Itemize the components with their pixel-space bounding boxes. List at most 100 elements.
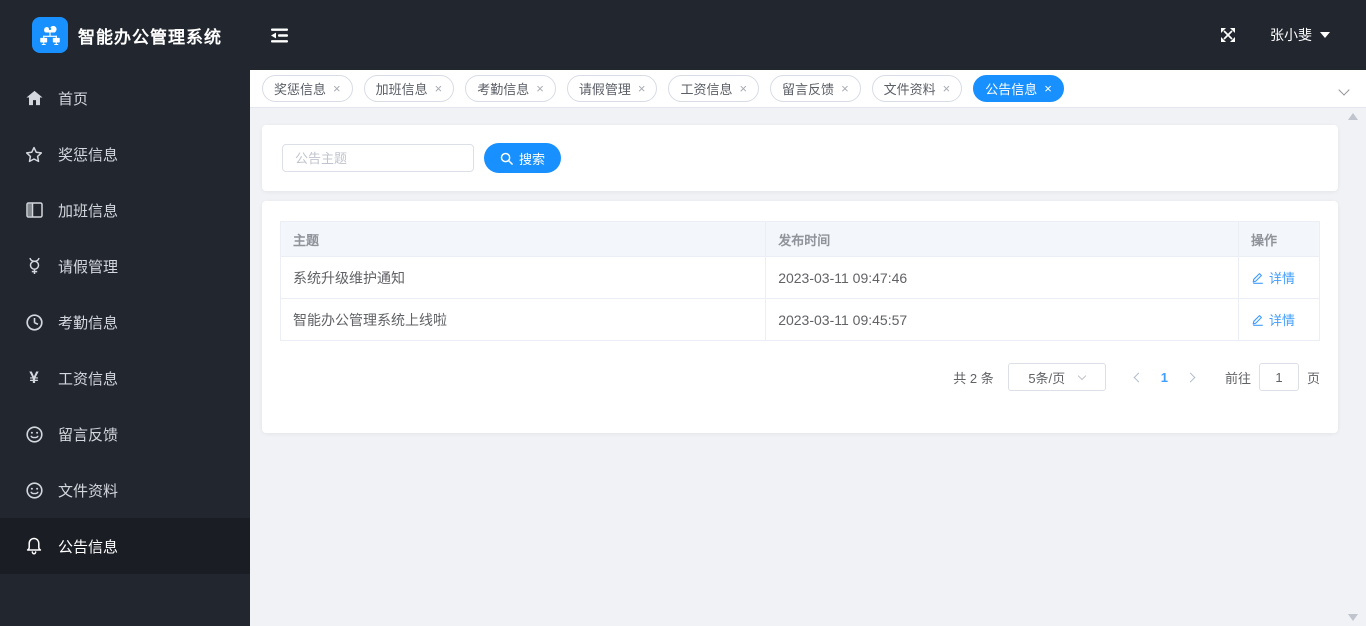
tab-leave[interactable]: 请假管理 × — [566, 75, 658, 102]
chevron-left-icon — [1133, 372, 1144, 382]
pagination: 共 2 条 5条/页 1 前往 页 — [280, 363, 1320, 391]
sidebar-item-rewards[interactable]: 奖惩信息 — [0, 126, 250, 182]
sidebar-item-label: 首页 — [58, 90, 89, 108]
chevron-down-icon — [1338, 84, 1350, 96]
page-size-value: 5条/页 — [1028, 370, 1066, 386]
tab-label: 公告信息 — [985, 82, 1038, 97]
sidebar-item-overtime[interactable]: 加班信息 — [0, 182, 250, 238]
sidebar-item-label: 加班信息 — [58, 202, 119, 220]
sidebar-item-leave[interactable]: 请假管理 — [0, 238, 250, 294]
org-network-icon — [40, 25, 60, 45]
goto-label: 前往 — [1224, 370, 1251, 386]
tab-rewards[interactable]: 奖惩信息 × — [262, 75, 353, 102]
cell-time: 2023-03-11 09:47:46 — [765, 256, 1239, 299]
sidebar: 首页 奖惩信息 加班信息 请假管理 考勤信息 ¥ 工资信息 留言反馈 文件资料 … — [0, 70, 250, 626]
brand: 智能办公管理系统 — [0, 17, 250, 53]
cell-subject: 智能办公管理系统上线啦 — [279, 298, 767, 341]
app-header: 智能办公管理系统 张小斐 — [0, 0, 1366, 70]
detail-link[interactable]: 详情 — [1251, 268, 1295, 287]
fullscreen-expand-icon — [1221, 28, 1235, 42]
caret-down-icon — [1320, 32, 1330, 38]
column-header-time: 发布时间 — [765, 221, 1239, 257]
tab-announcements[interactable]: 公告信息 × — [973, 75, 1064, 102]
sidebar-item-label: 留言反馈 — [58, 426, 119, 444]
announcements-table: 主题 发布时间 操作 系统升级维护通知 2023-03-11 09:47:46 … — [279, 221, 1321, 341]
scrollbar-up-arrow[interactable] — [1348, 113, 1358, 120]
prev-page-button[interactable] — [1122, 372, 1155, 382]
clock-icon — [24, 313, 44, 331]
sidebar-item-files[interactable]: 文件资料 — [0, 462, 250, 518]
sidebar-item-salary[interactable]: ¥ 工资信息 — [0, 350, 250, 406]
bell-icon — [24, 537, 44, 555]
yen-icon: ¥ — [29, 368, 39, 387]
tab-label: 加班信息 — [375, 82, 428, 97]
tab-label: 奖惩信息 — [274, 82, 327, 97]
tab-close-icon[interactable]: × — [333, 82, 341, 95]
announcements-panel: 主题 发布时间 操作 系统升级维护通知 2023-03-11 09:47:46 … — [262, 201, 1338, 433]
cell-subject: 系统升级维护通知 — [279, 256, 767, 299]
pagination-total: 共 2 条 — [953, 370, 994, 386]
user-menu[interactable]: 张小斐 — [1270, 25, 1330, 45]
mercury-icon — [24, 257, 44, 275]
search-button[interactable]: 搜索 — [484, 143, 562, 173]
tab-close-icon[interactable]: × — [841, 82, 849, 95]
tabs-overflow-button[interactable] — [1338, 81, 1354, 96]
sidebar-item-attendance[interactable]: 考勤信息 — [0, 294, 250, 350]
tab-salary[interactable]: 工资信息 × — [668, 75, 760, 102]
sidebar-item-home[interactable]: 首页 — [0, 70, 250, 126]
smiley-icon — [24, 425, 44, 443]
scrollbar-down-arrow[interactable] — [1348, 614, 1358, 621]
goto-page-input[interactable] — [1258, 363, 1299, 391]
page-size-select[interactable]: 5条/页 — [1007, 363, 1106, 391]
edit-pen-icon — [1252, 273, 1263, 284]
page-unit-label: 页 — [1306, 370, 1320, 386]
notebook-icon — [24, 202, 44, 218]
page-number-1[interactable]: 1 — [1155, 370, 1174, 385]
search-button-label: 搜索 — [519, 151, 546, 167]
chevron-right-icon — [1185, 372, 1196, 382]
fullscreen-button[interactable] — [1220, 27, 1236, 43]
chevron-down-icon — [1077, 371, 1087, 380]
sidebar-item-label: 文件资料 — [58, 482, 119, 500]
table-row: 智能办公管理系统上线啦 2023-03-11 09:45:57 详情 — [279, 298, 1321, 341]
tab-close-icon[interactable]: × — [739, 82, 747, 95]
table-row: 系统升级维护通知 2023-03-11 09:47:46 详情 — [279, 256, 1321, 299]
menu-fold-icon — [271, 28, 288, 42]
app-logo — [32, 17, 68, 53]
star-icon — [24, 146, 44, 163]
table-header-row: 主题 发布时间 操作 — [279, 221, 1321, 257]
tab-feedback[interactable]: 留言反馈 × — [770, 75, 861, 102]
tab-label: 留言反馈 — [782, 82, 835, 97]
tab-close-icon[interactable]: × — [1044, 82, 1052, 95]
detail-link-label: 详情 — [1268, 313, 1295, 328]
main-content: 搜索 主题 发布时间 操作 系统升级维护通知 2023-03-11 09:47:… — [250, 108, 1366, 626]
tab-overtime[interactable]: 加班信息 × — [363, 75, 455, 102]
search-input[interactable] — [282, 144, 474, 172]
column-header-subject: 主题 — [279, 221, 767, 257]
edit-pen-icon — [1252, 315, 1263, 326]
tab-label: 请假管理 — [578, 82, 631, 97]
app-title: 智能办公管理系统 — [78, 27, 222, 47]
smiley-icon — [24, 481, 44, 499]
detail-link-label: 详情 — [1268, 271, 1295, 286]
tab-attendance[interactable]: 考勤信息 × — [465, 75, 556, 102]
sidebar-item-label: 公告信息 — [58, 538, 119, 556]
goto-page: 前往 页 — [1225, 363, 1320, 391]
magnifier-icon — [500, 152, 513, 165]
sidebar-item-announcements[interactable]: 公告信息 — [0, 518, 250, 574]
open-tabs-bar: 奖惩信息 × 加班信息 × 考勤信息 × 请假管理 × 工资信息 × 留言反馈 × 文件资料… — [250, 70, 1366, 108]
tab-close-icon[interactable]: × — [536, 82, 544, 95]
tab-label: 考勤信息 — [477, 82, 530, 97]
next-page-button[interactable] — [1174, 372, 1207, 382]
tab-close-icon[interactable]: × — [943, 82, 951, 95]
tab-close-icon[interactable]: × — [435, 82, 443, 95]
sidebar-collapse-button[interactable] — [270, 28, 289, 43]
cell-time: 2023-03-11 09:45:57 — [765, 298, 1239, 341]
tab-files[interactable]: 文件资料 × — [871, 75, 963, 102]
tab-close-icon[interactable]: × — [638, 82, 646, 95]
sidebar-item-feedback[interactable]: 留言反馈 — [0, 406, 250, 462]
search-panel: 搜索 — [262, 125, 1338, 191]
detail-link[interactable]: 详情 — [1251, 310, 1295, 329]
user-name: 张小斐 — [1270, 27, 1312, 43]
sidebar-item-label: 工资信息 — [58, 370, 119, 388]
